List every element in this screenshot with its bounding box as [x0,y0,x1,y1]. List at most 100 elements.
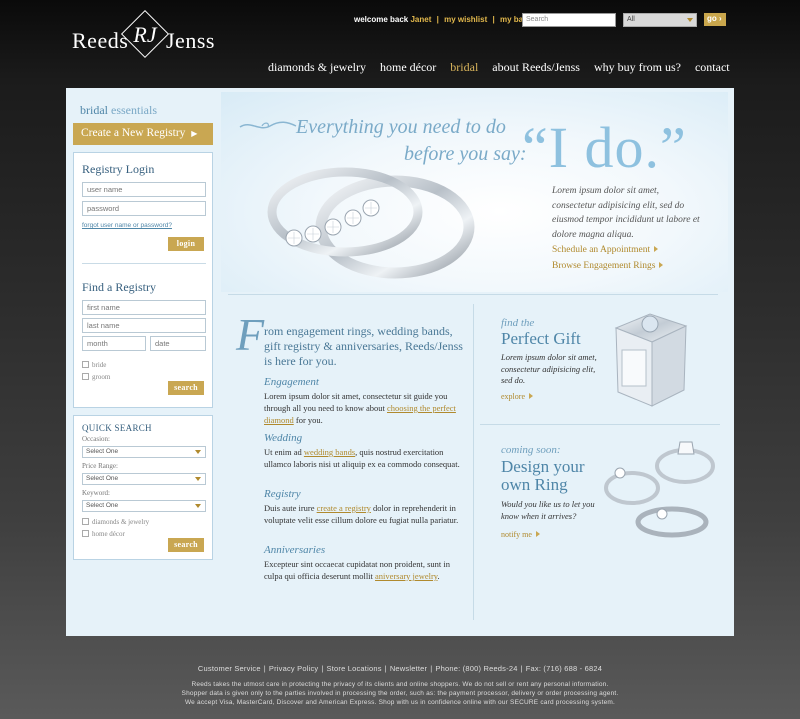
logo-monogram: RJ [133,22,157,47]
create-registry-button[interactable]: Create a New Registry ▶ [73,123,213,145]
gift-kicker: find the [501,317,535,329]
divider [228,294,718,295]
search-category-value: All [627,16,635,23]
create-registry-label: Create a New Registry [81,127,186,139]
groom-label: groom [92,373,111,381]
home-decor-checkbox[interactable] [82,530,89,537]
chevron-down-icon [195,504,201,508]
first-name-field[interactable]: first name [82,300,206,315]
user-name-link[interactable]: Janet [410,15,431,24]
footer-payment-line: We accept Visa, MasterCard, Discover and… [184,699,616,706]
quick-search-button[interactable]: search [168,538,204,552]
login-button[interactable]: login [168,237,204,251]
search-input[interactable]: Search [522,13,616,27]
caret-right-icon [529,393,533,399]
rings-image [604,441,715,538]
notify-me-label: notify me [501,530,532,539]
swirl-ornament-icon [239,121,297,129]
nav-bridal[interactable]: bridal [450,60,478,75]
home-decor-label: home décor [92,530,125,538]
welcome-text: welcome back [354,15,409,24]
notify-me-link[interactable]: notify me [501,530,540,539]
go-button[interactable]: go › [704,13,726,26]
explore-link[interactable]: explore [501,392,533,401]
intro-text: rom engagement rings, wedding bands, gif… [264,324,463,368]
keyword-select[interactable]: Select One [82,500,206,512]
privacy-policy-link[interactable]: Privacy Policy [269,664,318,673]
username-field[interactable]: user name [82,182,206,197]
logo[interactable]: Reeds RJ Jenss [72,9,232,60]
price-value: Select One [86,475,119,482]
schedule-appointment-link[interactable]: Schedule an Appointment [552,245,659,255]
bride-label: bride [92,361,107,369]
hero-tagline-1: Everything you need to do [296,116,506,138]
wedding-bands-link[interactable]: wedding bands [304,447,355,457]
browse-engagement-rings-label: Browse Engagement Rings [552,261,656,271]
chevron-down-icon [687,18,693,22]
nav-about[interactable]: about Reeds/Jenss [492,60,580,75]
chevron-down-icon [195,477,201,481]
find-search-button[interactable]: search [168,381,204,395]
divider [82,263,206,264]
column-divider [473,304,474,620]
groom-checkbox[interactable] [82,373,89,380]
price-select[interactable]: Select One [82,473,206,485]
ring-title-2: own Ring [501,475,568,494]
nav-home-decor[interactable]: home décor [380,60,436,75]
wedding-text-a: Ut enim ad [264,447,304,457]
hero-tagline-2: before you say: [404,143,527,165]
footer-privacy-line-1: Reeds takes the utmost care in protectin… [191,681,609,688]
browse-engagement-rings-link[interactable]: Browse Engagement Rings [552,261,664,271]
anniversaries-text-b: . [437,571,440,581]
sidebar-title-b: essentials [111,103,157,117]
phone-text: Phone: (800) Reeds-24 [435,664,518,673]
wedding-heading: Wedding [264,432,303,444]
registry-heading: Registry [264,488,301,500]
keyword-value: Select One [86,502,119,509]
footer-links: Customer Service | Privacy Policy | Store Lo… [197,664,603,673]
ring-title-1: Design your [501,457,585,476]
account-bar: welcome back Janet | my wishlist | my ba… [354,15,528,24]
footer-privacy-line-2: Shopper data is given only to the partie… [181,690,619,697]
ring-body: Would you like us to let you know when i… [501,499,595,521]
gift-box-image [614,313,688,407]
create-registry-link[interactable]: create a registry [317,503,371,513]
forgot-credentials-link[interactable]: forgot user name or password? [82,222,172,229]
caret-right-icon [535,531,540,537]
anniversaries-text: Excepteur sint occaecat cupidatat non pr… [264,558,464,582]
sidebar-title-a: bridal [80,103,108,117]
anniversaries-heading: Anniversaries [264,544,326,556]
wedding-rings-image [267,167,475,279]
price-label: Price Range: [82,462,118,470]
occasion-select[interactable]: Select One [82,446,206,458]
newsletter-link[interactable]: Newsletter [390,664,427,673]
keyword-label: Keyword: [82,489,110,497]
nav-diamonds-jewelry[interactable]: diamonds & jewelry [268,60,366,75]
caret-right-icon [659,262,664,268]
store-locations-link[interactable]: Store Locations [327,664,382,673]
nav-contact[interactable]: contact [695,60,730,75]
engagement-text: Lorem ipsum dolor sit amet, consectetur … [264,390,464,426]
caret-right-icon [654,246,659,252]
customer-service-link[interactable]: Customer Service [198,664,261,673]
password-field[interactable]: password [82,201,206,216]
registry-text-a: Duis aute irure [264,503,317,513]
search-category-select[interactable]: All [623,13,697,27]
occasion-label: Occasion: [82,435,110,443]
last-name-field[interactable]: last name [82,318,206,333]
month-field[interactable]: month [82,336,146,351]
ring-kicker: coming soon: [501,444,561,456]
date-field[interactable]: date [150,336,206,351]
find-registry-title: Find a Registry [82,280,156,294]
gift-body: Lorem ipsum dolor sit amet, consectetur … [501,352,597,385]
diamonds-jewelry-checkbox[interactable] [82,518,89,525]
anniversary-jewelry-link[interactable]: aniversary jewelry [375,571,437,581]
go-label: go [707,14,717,23]
engagement-text-b: for you. [293,415,323,425]
logo-text-left: Reeds [72,28,129,53]
bride-checkbox[interactable] [82,361,89,368]
wishlist-link[interactable]: my wishlist [444,15,487,24]
registry-text: Duis aute irure create a registry dolor … [264,502,464,526]
explore-label: explore [501,392,525,401]
nav-why-buy[interactable]: why buy from us? [594,60,681,75]
